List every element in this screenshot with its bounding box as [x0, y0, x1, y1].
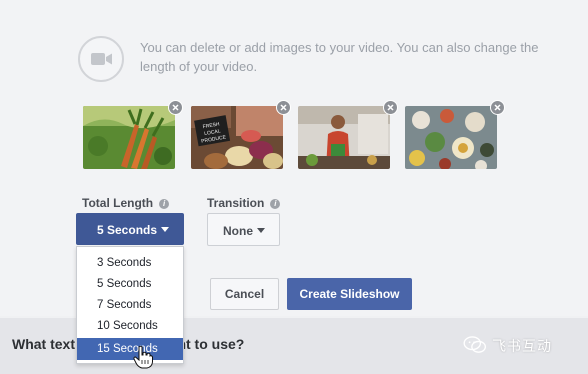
cancel-button[interactable]: Cancel: [210, 278, 279, 310]
info-icon[interactable]: i: [270, 199, 281, 209]
transition-label: Transition i: [207, 196, 281, 210]
dropdown-option[interactable]: 3 Seconds: [77, 253, 183, 273]
remove-thumbnail-2-button[interactable]: [276, 100, 291, 115]
transition-selected-value: None: [223, 224, 253, 238]
thumbnail-carrots[interactable]: [83, 106, 175, 169]
close-icon: [493, 103, 501, 111]
chevron-down-icon: [161, 227, 169, 232]
create-slideshow-button[interactable]: Create Slideshow: [287, 278, 412, 310]
chevron-down-icon: [257, 228, 265, 233]
close-icon: [386, 103, 394, 111]
dropdown-option-selected[interactable]: 15 Seconds: [77, 338, 183, 360]
total-length-selected-value: 5 Seconds: [97, 223, 158, 237]
remove-thumbnail-4-button[interactable]: [490, 100, 505, 115]
close-icon: [171, 103, 179, 111]
watermark-text: 飞书互动: [492, 338, 552, 354]
thumbnail-local-produce[interactable]: FRESH LOCAL PRODUCE: [191, 106, 283, 169]
dropdown-option[interactable]: 10 Seconds: [77, 316, 183, 336]
close-icon: [279, 103, 287, 111]
thumbnail-food-table[interactable]: [405, 106, 497, 169]
hand-cursor-icon: [133, 345, 153, 369]
remove-thumbnail-1-button[interactable]: [168, 100, 183, 115]
thumbnail-market-vendor[interactable]: [298, 106, 390, 169]
video-camera-icon: [78, 36, 124, 82]
total-length-select[interactable]: 5 Seconds: [76, 213, 184, 245]
intro-text: You can delete or add images to your vid…: [140, 40, 539, 74]
total-length-dropdown: 3 Seconds 5 Seconds 7 Seconds 10 Seconds…: [76, 246, 184, 364]
info-icon[interactable]: i: [159, 199, 170, 209]
dropdown-option[interactable]: 7 Seconds: [77, 295, 183, 315]
dropdown-option[interactable]: 5 Seconds: [77, 274, 183, 294]
total-length-label: Total Length i: [82, 196, 170, 210]
wechat-logo-icon: [463, 336, 487, 353]
remove-thumbnail-3-button[interactable]: [383, 100, 398, 115]
transition-select[interactable]: None: [207, 213, 280, 246]
